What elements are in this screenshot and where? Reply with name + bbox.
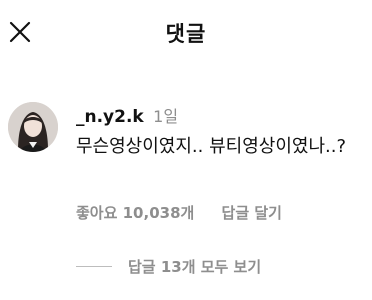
page-title: 댓글 (165, 22, 207, 46)
comment-text: 무슨영상이였지.. 뷰티영상이였나..? (76, 136, 347, 157)
header: 댓글 (0, 0, 372, 64)
comment-body: _n.y2.k 1일 무슨영상이였지.. 뷰티영상이였나..? (76, 106, 366, 162)
user-avatar-icon (8, 102, 58, 152)
view-replies-label: 답글 13개 모두 보기 (128, 257, 262, 276)
like-count[interactable]: 좋아요 10,038개 (76, 202, 194, 223)
view-replies-button[interactable]: 답글 13개 모두 보기 (76, 256, 261, 276)
comment-meta: _n.y2.k 1일 (76, 106, 366, 128)
avatar[interactable] (8, 102, 58, 152)
replies-divider (76, 265, 112, 267)
username[interactable]: _n.y2.k (76, 107, 144, 127)
comment-actions: 좋아요 10,038개 답글 달기 (76, 202, 282, 223)
comment-time: 1일 (153, 107, 179, 126)
reply-button[interactable]: 답글 달기 (222, 202, 282, 223)
